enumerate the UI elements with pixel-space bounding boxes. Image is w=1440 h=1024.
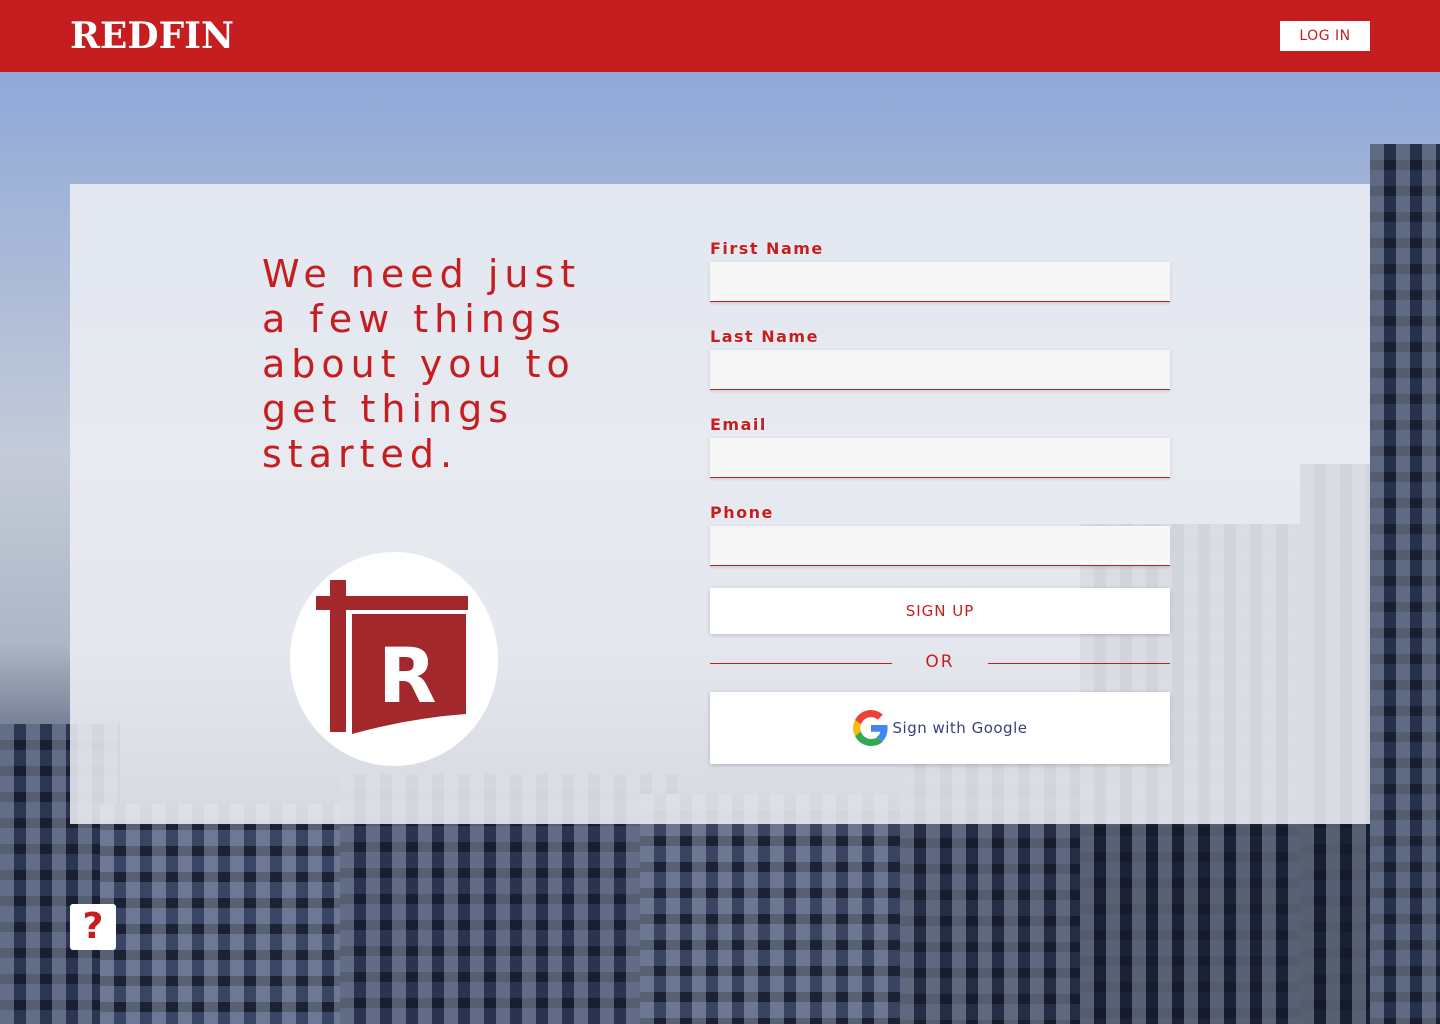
building [1370, 144, 1440, 1024]
divider-line [988, 663, 1170, 664]
building [100, 804, 370, 1024]
signup-form: First Name Last Name Email Phone SIGN UP… [710, 236, 1170, 764]
phone-label: Phone [710, 503, 774, 522]
google-signin-label: Sign with Google [892, 719, 1028, 737]
last-name-input[interactable] [710, 350, 1170, 390]
email-label: Email [710, 415, 767, 434]
phone-input[interactable] [710, 526, 1170, 566]
first-name-label: First Name [710, 239, 824, 258]
first-name-input[interactable] [710, 262, 1170, 302]
or-divider: OR [710, 634, 1170, 692]
top-navbar: REDFIN LOG IN [0, 0, 1440, 72]
signup-headline: We need just a few things about you to g… [262, 252, 582, 476]
svg-text:R: R [378, 631, 437, 720]
or-label: OR [925, 652, 955, 672]
redfin-r-sign-icon: R [290, 552, 498, 766]
google-g-icon [852, 710, 888, 746]
signup-card: We need just a few things about you to g… [70, 184, 1370, 824]
redfin-logo[interactable]: REDFIN [70, 18, 234, 54]
signup-button[interactable]: SIGN UP [710, 588, 1170, 634]
google-signin-button[interactable]: Sign with Google [710, 692, 1170, 764]
email-input[interactable] [710, 438, 1170, 478]
question-mark-icon[interactable]: ? [70, 904, 116, 950]
last-name-label: Last Name [710, 327, 819, 346]
building [640, 794, 940, 1024]
login-button[interactable]: LOG IN [1280, 21, 1370, 51]
